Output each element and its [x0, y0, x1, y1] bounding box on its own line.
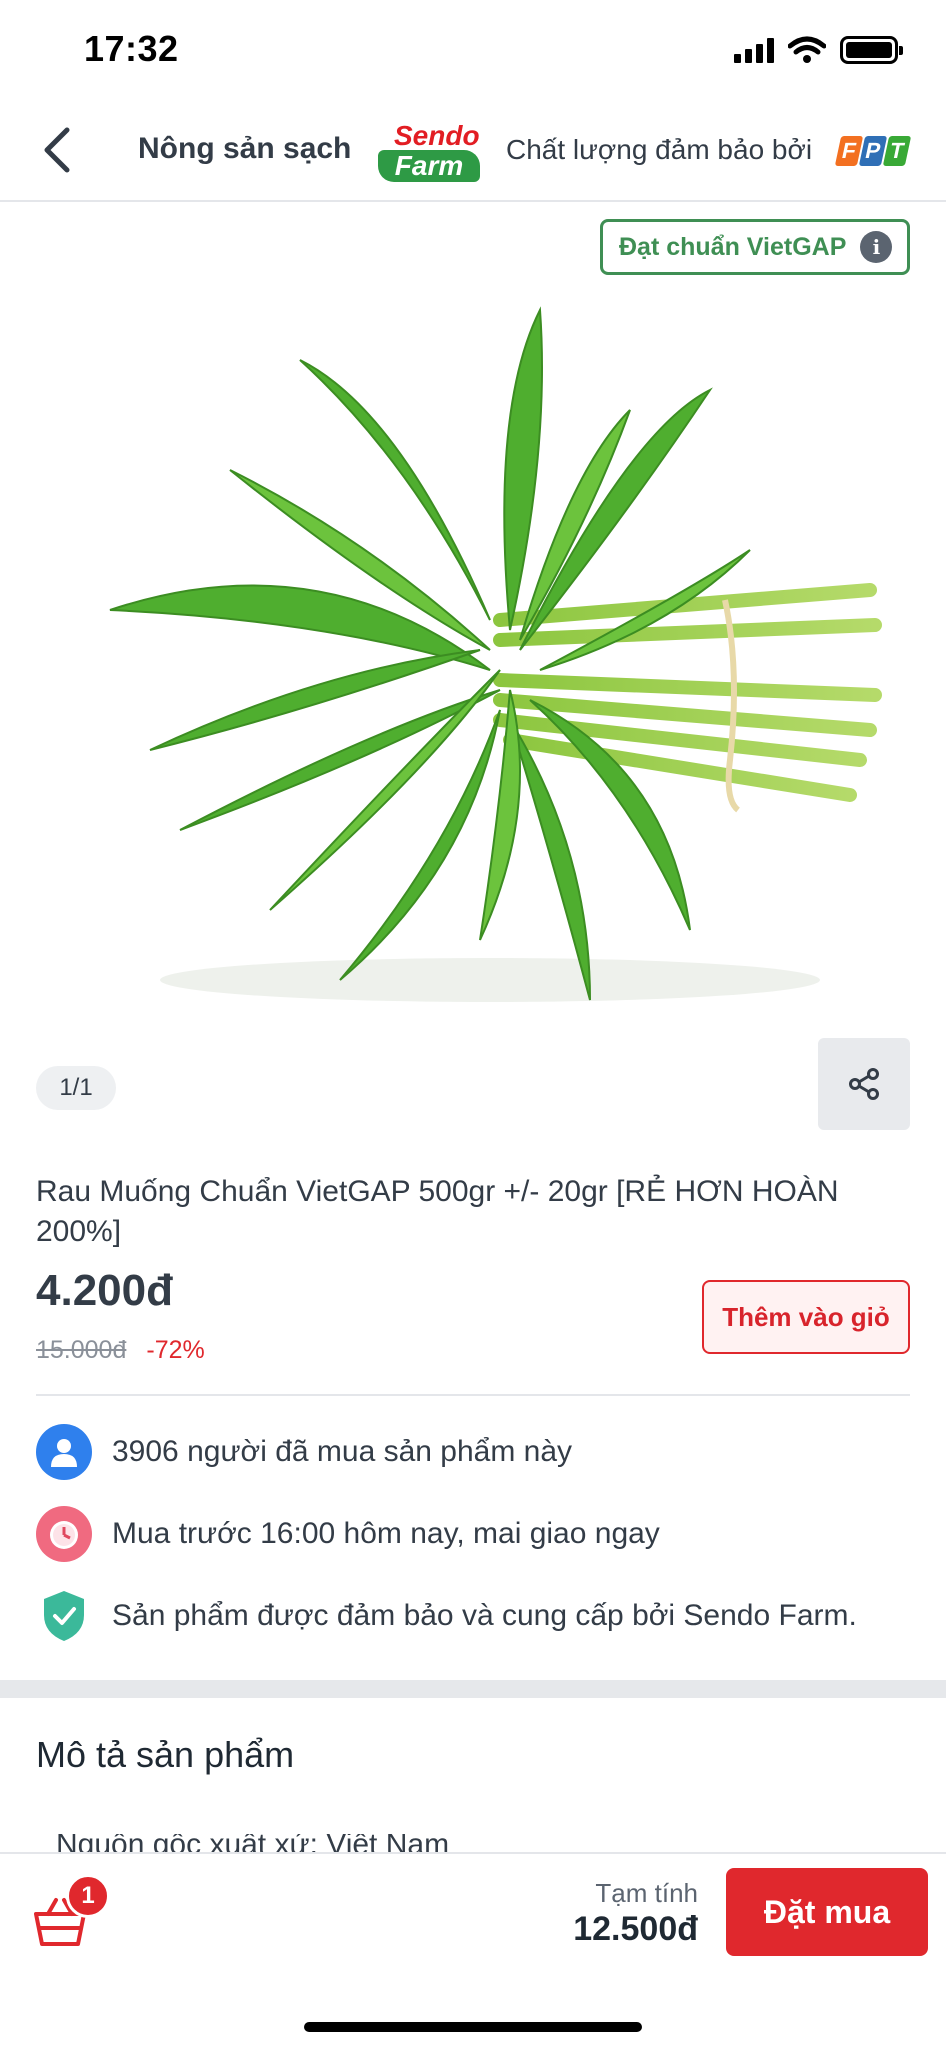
cellular-signal-icon [734, 37, 774, 63]
description-first-line: Nguồn gốc xuất xứ: Việt Nam [56, 1834, 450, 1854]
quality-guarantee-text: Chất lượng đảm bảo bởi [506, 134, 813, 165]
benefit-guarantee: Sản phẩm được đảm bảo và cung cấp bởi Se… [36, 1588, 857, 1644]
subtotal-value: 12.500đ [573, 1910, 698, 1948]
status-time: 17:32 [84, 28, 179, 69]
vietgap-badge-label: Đạt chuẩn VietGAP [619, 232, 847, 261]
shield-check-icon [36, 1588, 92, 1644]
status-icons [734, 36, 903, 64]
benefit-delivery: Mua trước 16:00 hôm nay, mai giao ngay [36, 1506, 660, 1562]
subtotal-label: Tạm tính [595, 1878, 698, 1908]
chevron-left-icon [44, 127, 70, 173]
description-title: Mô tả sản phẩm [36, 1734, 295, 1775]
image-counter: 1/1 [36, 1066, 116, 1110]
status-bar: 17:32 [0, 0, 946, 100]
add-to-cart-button[interactable]: Thêm vào giỏ [702, 1280, 910, 1354]
bottom-action-bar: 1 Tạm tính 12.500đ Đặt mua [0, 1852, 946, 2048]
sendo-logo-text: Sendo [394, 120, 480, 151]
description-preview: Nguồn gốc xuất xứ: Việt Nam [56, 1834, 656, 1854]
vietgap-badge[interactable]: Đạt chuẩn VietGAP i [600, 219, 910, 275]
page-title: Nông sản sạch [138, 132, 352, 165]
info-icon[interactable]: i [860, 231, 893, 263]
product-image[interactable] [70, 290, 890, 1020]
user-icon [36, 1424, 92, 1480]
sendo-farm-logo: Sendo Farm [376, 120, 482, 182]
home-indicator[interactable] [304, 2022, 642, 2032]
product-price: 4.200đ [36, 1266, 173, 1315]
order-button[interactable]: Đặt mua [726, 1868, 928, 1956]
back-button[interactable] [28, 122, 84, 178]
product-name: Rau Muống Chuẩn VietGAP 500gr +/- 20gr [… [36, 1175, 839, 1248]
battery-icon [840, 36, 903, 64]
benefit-guarantee-text: Sản phẩm được đảm bảo và cung cấp bởi Se… [112, 1599, 857, 1632]
top-navigation-bar: Nông sản sạch Sendo Farm Chất lượng đảm … [0, 100, 946, 202]
cart-count-badge: 1 [66, 1874, 110, 1918]
fpt-logo-letter: T [882, 136, 912, 166]
farm-logo-text: Farm [378, 150, 480, 182]
clock-icon [36, 1506, 92, 1562]
benefit-buyers: 3906 người đã mua sản phẩm này [36, 1424, 572, 1480]
original-price: 15.000đ [36, 1336, 127, 1364]
wifi-icon [788, 36, 826, 63]
price-comparison: 15.000đ -72% [36, 1336, 205, 1365]
benefit-delivery-text: Mua trước 16:00 hôm nay, mai giao ngay [112, 1517, 660, 1550]
discount-percent: -72% [146, 1336, 205, 1364]
share-button[interactable] [818, 1038, 910, 1130]
share-icon [849, 1068, 879, 1100]
fpt-logo: F P T [834, 136, 912, 166]
benefit-buyers-text: 3906 người đã mua sản phẩm này [112, 1435, 573, 1468]
divider [36, 1394, 910, 1396]
section-separator [0, 1680, 946, 1698]
